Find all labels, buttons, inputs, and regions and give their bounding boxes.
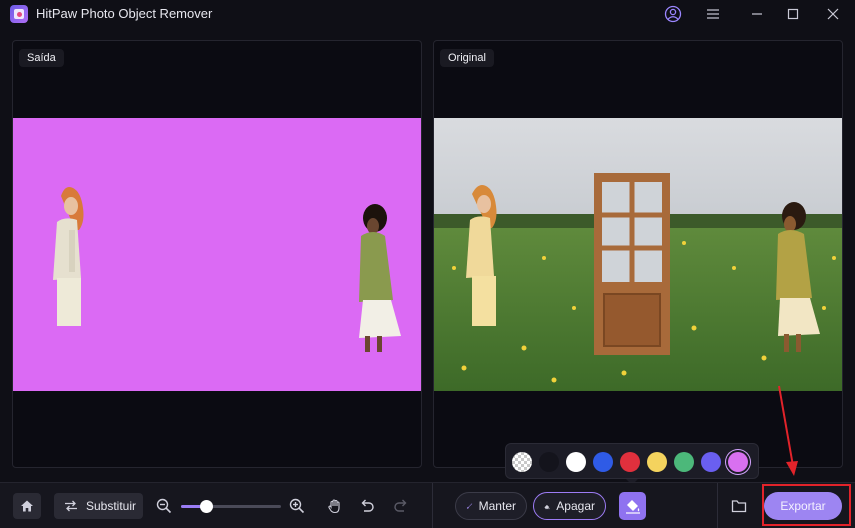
manter-button[interactable]: Manter [455,492,527,520]
swatch-red[interactable] [620,452,640,472]
swatch-white[interactable] [566,452,586,472]
undo-icon[interactable] [357,496,377,516]
substituir-label: Substituir [86,499,137,513]
hand-pan-icon[interactable] [325,496,345,516]
swatch-transparent[interactable] [512,452,532,472]
substituir-button[interactable]: Substituir [54,493,143,519]
apagar-button[interactable]: Apagar [533,492,606,520]
zoom-slider[interactable] [181,500,281,513]
original-label: Original [440,49,494,67]
account-icon[interactable] [662,4,684,24]
swatch-purple[interactable] [701,452,721,472]
swatch-blue[interactable] [593,452,613,472]
color-palette [505,443,759,479]
output-label: Saída [19,49,64,67]
toolbar-divider [432,483,433,528]
output-panel: Saída [12,40,422,468]
manter-label: Manter [478,499,516,513]
redo-icon[interactable] [391,496,411,516]
eraser-icon [544,504,550,509]
home-icon [21,500,33,512]
maximize-icon[interactable] [782,4,804,24]
swatch-green[interactable] [674,452,694,472]
folder-icon[interactable] [729,496,749,516]
swatch-black[interactable] [539,452,559,472]
swap-icon [65,500,77,512]
zoom-in-icon[interactable] [287,496,307,516]
output-image[interactable] [13,118,421,391]
brush-icon [466,503,473,509]
highlight-box [762,484,851,526]
door [594,173,670,355]
paint-bucket-button[interactable] [619,492,646,520]
app-logo-icon [10,5,28,23]
bottom-toolbar: Substituir Manter Apagar Exportar [0,482,855,528]
home-button[interactable] [13,493,41,519]
apagar-label: Apagar [556,499,595,513]
paint-bucket-icon [625,500,640,514]
menu-icon[interactable] [702,4,724,24]
toolbar-divider-right [717,483,718,528]
original-image[interactable] [434,118,842,391]
minimize-icon[interactable] [746,4,768,24]
zoom-slider-thumb[interactable] [200,500,213,513]
title-bar: HitPaw Photo Object Remover [0,0,855,28]
original-panel: Original [433,40,843,468]
close-icon[interactable] [822,4,844,24]
zoom-out-icon[interactable] [154,496,174,516]
swatch-yellow[interactable] [647,452,667,472]
app-title: HitPaw Photo Object Remover [36,6,213,21]
swatch-pink[interactable] [728,452,748,472]
